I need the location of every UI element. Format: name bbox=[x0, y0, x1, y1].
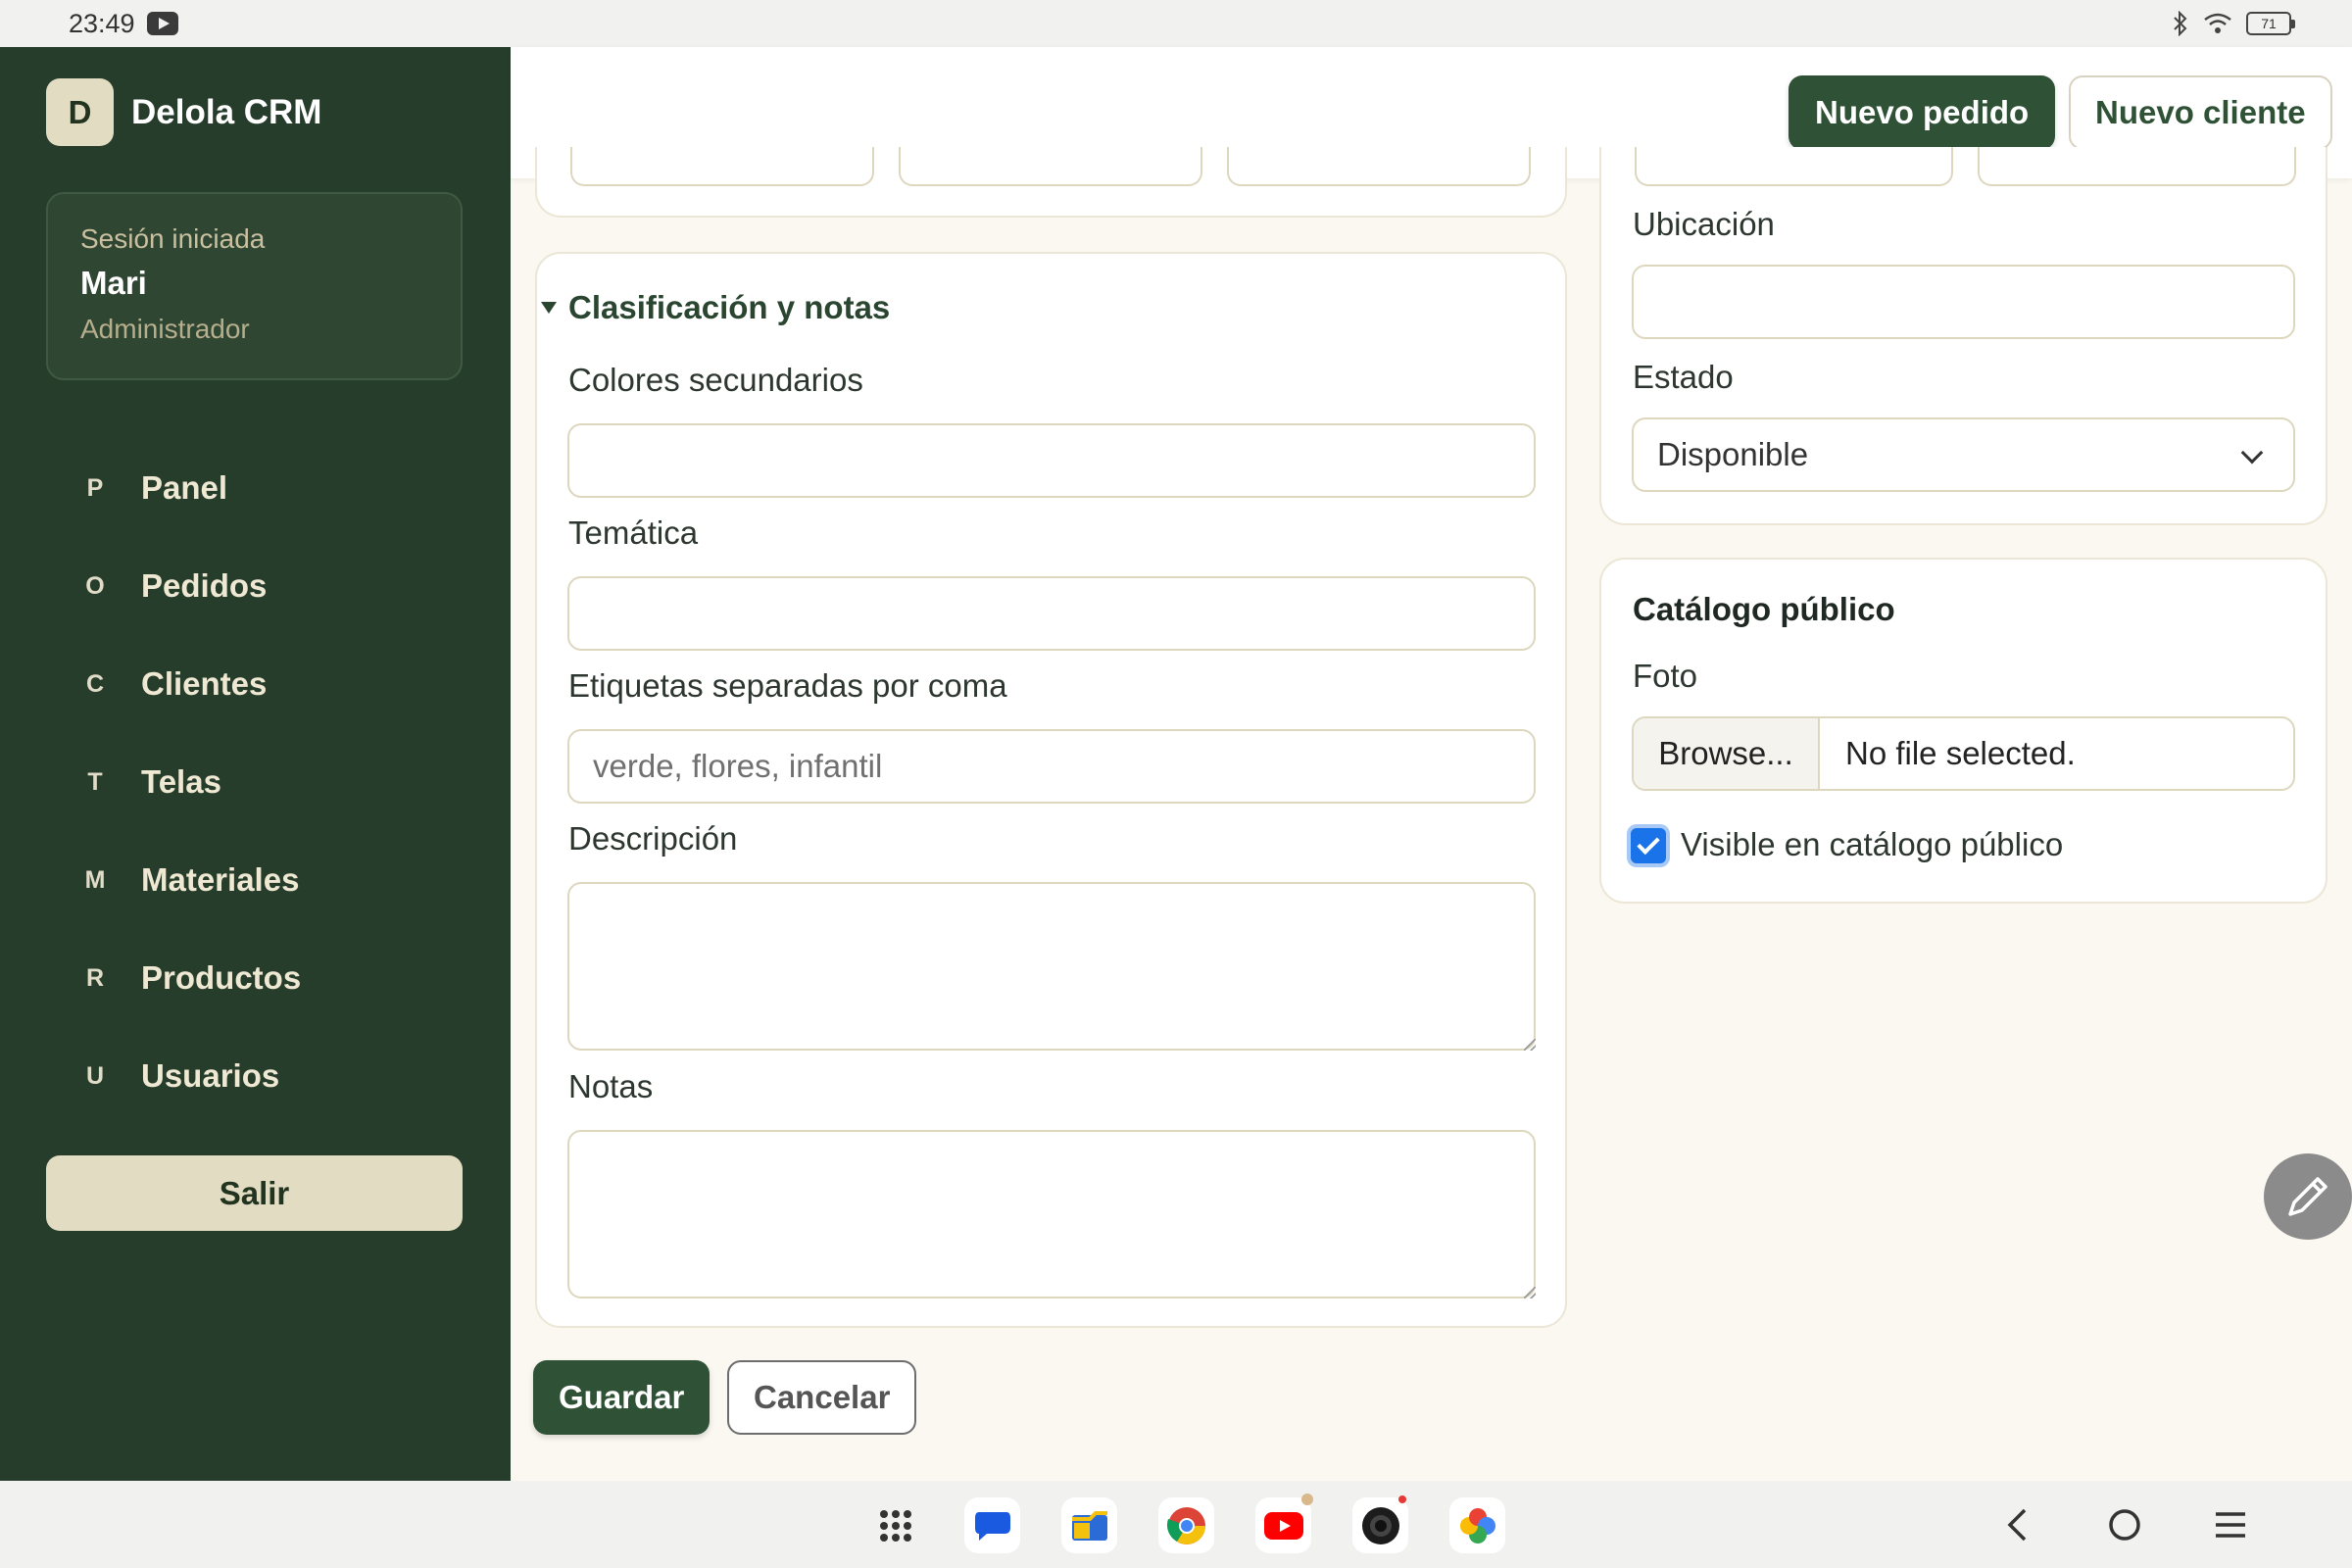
brand-name: Delola CRM bbox=[131, 92, 322, 131]
battery-icon: 71 bbox=[2246, 12, 2295, 35]
sidebar-item-telas[interactable]: T Telas bbox=[46, 733, 463, 831]
chevron-left-icon bbox=[2007, 1508, 2027, 1542]
visible-label[interactable]: Visible en catálogo público bbox=[1681, 826, 2063, 863]
resize-handle-icon[interactable] bbox=[1524, 1039, 1536, 1051]
photos-icon[interactable] bbox=[1449, 1497, 1505, 1553]
youtube-notification-icon bbox=[146, 12, 178, 35]
sidebar-item-key: R bbox=[85, 963, 105, 992]
theme-label: Temática bbox=[568, 514, 699, 551]
photo-label: Foto bbox=[1633, 658, 1698, 694]
classification-title: Clasificación y notas bbox=[568, 289, 891, 325]
previous-input[interactable] bbox=[1227, 147, 1531, 186]
file-status: No file selected. bbox=[1845, 735, 2076, 771]
location-label: Ubicación bbox=[1633, 206, 1775, 242]
visible-checkbox[interactable] bbox=[1631, 828, 1666, 863]
sidebar-item-key: M bbox=[84, 865, 106, 894]
clock: 23:49 bbox=[69, 8, 135, 38]
new-client-button[interactable]: Nuevo cliente bbox=[2069, 75, 2332, 150]
camera-icon[interactable] bbox=[1352, 1495, 1408, 1553]
notification-dot bbox=[1301, 1494, 1313, 1505]
new-order-button[interactable]: Nuevo pedido bbox=[1788, 75, 2056, 150]
session-user: Mari bbox=[80, 265, 147, 301]
app-drawer-icon[interactable] bbox=[867, 1497, 923, 1553]
logout-button[interactable]: Salir bbox=[46, 1155, 463, 1231]
sidebar: D Delola CRM Sesión iniciada Mari Admini… bbox=[0, 47, 511, 1481]
sidebar-item-key: P bbox=[86, 473, 104, 502]
photo-file-input[interactable]: Browse... No file selected. bbox=[1632, 716, 2295, 791]
session-label: Sesión iniciada bbox=[80, 223, 266, 254]
secondary-colors-label: Colores secundarios bbox=[568, 362, 863, 398]
status-select[interactable]: Disponible bbox=[1632, 417, 2295, 492]
session-card: Sesión iniciada Mari Administrador bbox=[46, 192, 463, 380]
disclosure-triangle-icon bbox=[541, 302, 557, 314]
tags-label: Etiquetas separadas por coma bbox=[568, 667, 1007, 704]
recents-nav-button[interactable] bbox=[2201, 1502, 2260, 1547]
tags-input[interactable]: verde, flores, infantil bbox=[567, 729, 1536, 804]
wifi-icon bbox=[2204, 13, 2231, 33]
browse-button[interactable]: Browse... bbox=[1634, 718, 1820, 789]
previous-input[interactable] bbox=[1978, 147, 2296, 186]
system-navigation-bar bbox=[0, 1481, 2352, 1568]
sidebar-item-pedidos[interactable]: O Pedidos bbox=[46, 537, 463, 635]
session-role: Administrador bbox=[80, 314, 250, 344]
menu-icon bbox=[2216, 1512, 2245, 1538]
previous-input[interactable] bbox=[570, 147, 874, 186]
catalog-card: Catálogo público Foto Browse... No file … bbox=[1599, 558, 2328, 904]
location-input[interactable] bbox=[1632, 265, 2295, 339]
messages-icon[interactable] bbox=[964, 1497, 1020, 1553]
files-icon[interactable] bbox=[1061, 1497, 1117, 1553]
cancel-button[interactable]: Cancelar bbox=[727, 1360, 917, 1435]
app-dock bbox=[867, 1494, 1505, 1553]
sidebar-nav: P Panel O Pedidos C Clientes T Telas M M… bbox=[46, 439, 463, 1125]
sidebar-item-materiales[interactable]: M Materiales bbox=[46, 831, 463, 929]
chrome-icon[interactable] bbox=[1158, 1497, 1214, 1553]
sidebar-item-clientes[interactable]: C Clientes bbox=[46, 635, 463, 733]
sidebar-item-label: Usuarios bbox=[141, 1057, 280, 1094]
notes-label: Notas bbox=[568, 1068, 654, 1104]
sidebar-item-label: Materiales bbox=[141, 861, 300, 898]
chevron-down-icon bbox=[2240, 441, 2264, 465]
previous-input[interactable] bbox=[1635, 147, 1953, 186]
description-textarea[interactable] bbox=[567, 882, 1536, 1051]
notes-textarea[interactable] bbox=[567, 1130, 1536, 1298]
sidebar-item-label: Pedidos bbox=[141, 567, 268, 604]
sidebar-item-usuarios[interactable]: U Usuarios bbox=[46, 1027, 463, 1125]
sidebar-item-key: T bbox=[87, 767, 103, 796]
previous-input[interactable] bbox=[899, 147, 1202, 186]
secondary-colors-input[interactable] bbox=[567, 423, 1536, 498]
classification-toggle[interactable]: Clasificación y notas bbox=[541, 289, 890, 326]
resize-handle-icon[interactable] bbox=[1524, 1287, 1536, 1298]
sidebar-item-label: Clientes bbox=[141, 665, 268, 702]
bluetooth-icon bbox=[2174, 11, 2187, 36]
classification-card: Clasificación y notas Colores secundario… bbox=[535, 252, 1567, 1328]
sidebar-item-key: C bbox=[85, 669, 105, 698]
sidebar-item-key: O bbox=[85, 571, 105, 600]
status-bar: 23:49 71 bbox=[0, 0, 2352, 47]
sidebar-item-label: Productos bbox=[141, 959, 302, 996]
theme-input[interactable] bbox=[567, 576, 1536, 651]
battery-level: 71 bbox=[2261, 16, 2277, 31]
youtube-icon[interactable] bbox=[1255, 1494, 1313, 1553]
sidebar-item-label: Telas bbox=[141, 763, 221, 800]
brand[interactable]: D Delola CRM bbox=[46, 78, 321, 146]
home-nav-button[interactable] bbox=[2095, 1502, 2154, 1547]
home-circle-icon bbox=[2109, 1509, 2140, 1541]
save-button[interactable]: Guardar bbox=[533, 1360, 710, 1435]
notification-dot bbox=[1398, 1495, 1406, 1503]
status-label: Estado bbox=[1633, 359, 1734, 395]
previous-card bbox=[535, 147, 1567, 218]
sidebar-item-panel[interactable]: P Panel bbox=[46, 439, 463, 537]
description-label: Descripción bbox=[568, 820, 738, 857]
back-nav-button[interactable] bbox=[1987, 1502, 2046, 1547]
sidebar-item-key: U bbox=[85, 1061, 105, 1090]
catalog-title: Catálogo público bbox=[1633, 591, 1895, 627]
sidebar-item-label: Panel bbox=[141, 469, 228, 506]
brand-logo: D bbox=[46, 78, 114, 146]
sidebar-item-productos[interactable]: R Productos bbox=[46, 929, 463, 1027]
stylus-fab[interactable] bbox=[2264, 1153, 2352, 1240]
inventory-card: Ubicación Estado Disponible bbox=[1599, 147, 2328, 525]
status-selected-value: Disponible bbox=[1657, 436, 1809, 472]
pencil-icon bbox=[2288, 1177, 2328, 1216]
